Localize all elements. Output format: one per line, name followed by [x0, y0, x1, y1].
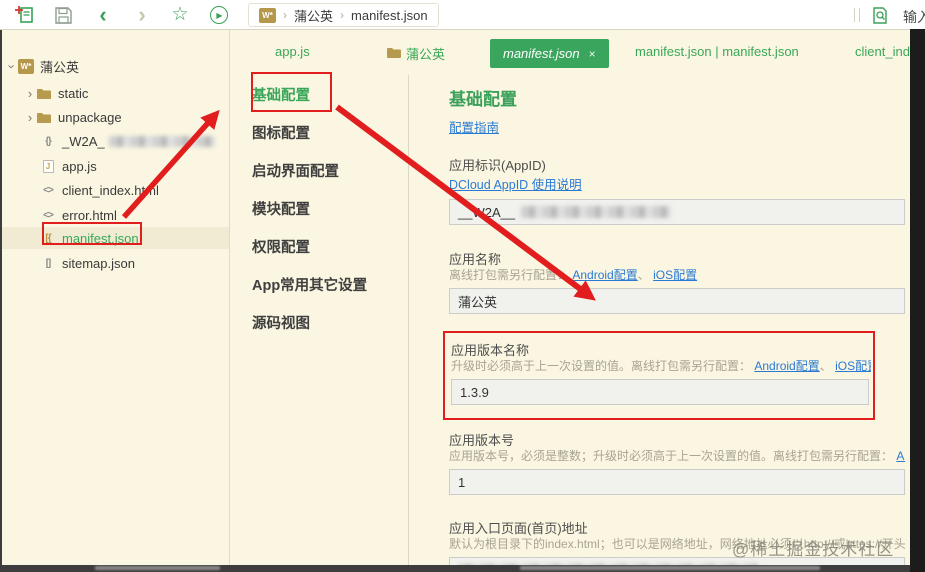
tab-manifest-active[interactable]: manifest.json ×: [490, 39, 609, 68]
forward-icon[interactable]: ›: [131, 4, 153, 26]
chevron-right-icon[interactable]: ›: [24, 110, 36, 125]
tree-item-error[interactable]: <> error.html: [2, 204, 229, 226]
field-version-code: 应用版本号 应用版本号，必须是整数；升级时必须高于上一次设置的值。离线打包需另行…: [449, 433, 908, 495]
breadcrumb-separator: ›: [283, 8, 287, 22]
back-icon[interactable]: ‹: [92, 4, 114, 26]
braces-icon: { }: [45, 135, 52, 147]
run-icon[interactable]: ▶: [208, 4, 230, 26]
file-tree: › W* 蒲公英 › static › unpackage { } _W2A_ …: [0, 30, 230, 565]
android-config-link[interactable]: Android配置: [754, 359, 819, 373]
json-file-icon: [{: [45, 232, 51, 244]
menu-item-basic-config[interactable]: 基础配置: [252, 84, 402, 104]
version-code-input[interactable]: 1: [449, 469, 905, 495]
tree-item-label[interactable]: manifest.json: [62, 231, 139, 246]
dcloud-appid-doc-link[interactable]: DCloud AppID 使用说明: [449, 178, 582, 192]
field-app-name: 应用名称 离线打包需另行配置： Android配置、 iOS配置 蒲公英: [449, 252, 908, 314]
appid-input[interactable]: __W2A__: [449, 199, 905, 225]
project-badge-icon: W*: [259, 7, 276, 23]
folder-icon: [36, 112, 52, 123]
hbuilderx-window: ‹ › ☆ ▶ W* › 蒲公英 › manifest.json 输入 › W*…: [0, 0, 925, 572]
folder-icon: [36, 88, 52, 99]
js-file-icon: J: [40, 159, 56, 173]
folder-icon: [387, 46, 401, 61]
android-config-link[interactable]: Android配置: [572, 268, 637, 282]
menu-item-app-other-settings[interactable]: App常用其它设置: [252, 274, 402, 294]
manifest-config-menu: 基础配置 图标配置 启动界面配置 模块配置 权限配置 App常用其它设置 源码视…: [252, 84, 402, 350]
editor-tabbar: app.js 蒲公英 manifest.json × manifest.json…: [230, 32, 910, 74]
android-config-link[interactable]: Android配置: [896, 449, 905, 463]
save-icon[interactable]: [52, 4, 74, 26]
tree-item-manifest[interactable]: [{ manifest.json: [2, 227, 229, 249]
config-guide-link[interactable]: 配置指南: [449, 121, 499, 135]
tree-item-label[interactable]: _W2A_: [62, 134, 105, 149]
tree-item-sitemap[interactable]: [ ] sitemap.json: [2, 252, 229, 274]
tree-project-root[interactable]: › W* 蒲公英: [2, 55, 229, 77]
tree-item-label[interactable]: sitemap.json: [62, 256, 135, 271]
tree-item-appjs[interactable]: J app.js: [2, 155, 229, 177]
page-title: 基础配置: [449, 90, 517, 109]
blurred-text: [108, 135, 215, 147]
tab-appjs[interactable]: app.js: [275, 44, 310, 59]
right-edge-band: [910, 29, 925, 572]
tree-project-label[interactable]: 蒲公英: [40, 57, 79, 76]
menu-item-permission-config[interactable]: 权限配置: [252, 236, 402, 256]
menu-item-icon-config[interactable]: 图标配置: [252, 122, 402, 142]
menu-item-module-config[interactable]: 模块配置: [252, 198, 402, 218]
version-name-input[interactable]: 1.3.9: [451, 379, 869, 405]
breadcrumb[interactable]: W* › 蒲公英 › manifest.json: [248, 3, 439, 27]
breadcrumb-separator: ›: [340, 8, 345, 22]
search-input[interactable]: 输入: [903, 7, 925, 27]
toolbar: ‹ › ☆ ▶ W* › 蒲公英 › manifest.json 输入: [0, 0, 925, 30]
search-file-icon[interactable]: [869, 4, 891, 26]
breadcrumb-project[interactable]: 蒲公英: [294, 6, 333, 25]
field-label: 应用版本名称: [451, 343, 530, 358]
tree-item-unpackage[interactable]: › unpackage: [2, 106, 229, 128]
project-badge-icon: W*: [18, 58, 34, 74]
menu-item-source-view[interactable]: 源码视图: [252, 312, 402, 332]
field-label: 应用名称: [449, 252, 502, 267]
ios-config-link[interactable]: iOS配置: [653, 268, 697, 282]
ios-config-link[interactable]: iOS配置: [835, 359, 871, 373]
field-appid: 应用标识(AppID) DCloud AppID 使用说明 __W2A__: [449, 158, 908, 225]
breadcrumb-file[interactable]: manifest.json: [351, 8, 428, 23]
watermark: @稀土掘金技术社区: [732, 540, 895, 559]
close-icon[interactable]: ×: [589, 47, 596, 61]
bottom-cutoff-strip: [0, 565, 925, 572]
chevron-down-icon[interactable]: ›: [5, 60, 20, 72]
app-name-input[interactable]: 蒲公英: [449, 288, 905, 314]
favorite-star-icon[interactable]: ☆: [169, 4, 191, 26]
new-file-icon[interactable]: [14, 4, 36, 26]
blurred-text: [521, 206, 672, 218]
tab-client-index[interactable]: client_index: [855, 44, 910, 59]
chevron-right-icon[interactable]: ›: [24, 86, 36, 101]
field-hint: 升级时必须高于上一次设置的值。离线打包需另行配置： Android配置、 iOS…: [451, 359, 871, 374]
tree-item-label[interactable]: client_index.html: [62, 183, 159, 198]
json-file-icon: [ ]: [45, 257, 51, 269]
basic-config-form: 基础配置 配置指南 应用标识(AppID) DCloud AppID 使用说明 …: [409, 75, 908, 565]
tree-item-label[interactable]: static: [58, 86, 88, 101]
field-label: 应用标识(AppID): [449, 158, 546, 173]
tab-manifest-split[interactable]: manifest.json | manifest.json: [635, 44, 799, 59]
html-file-icon: <>: [43, 209, 54, 221]
tree-item-w2a[interactable]: { } _W2A_: [2, 130, 229, 152]
field-hint: 离线打包需另行配置： Android配置、 iOS配置: [449, 268, 698, 282]
tab-pugongying[interactable]: 蒲公英: [387, 44, 445, 63]
field-label: 应用版本号: [449, 433, 515, 448]
tree-item-label[interactable]: unpackage: [58, 110, 122, 125]
tree-item-label[interactable]: app.js: [62, 159, 97, 174]
field-version-name-highlight: 应用版本名称 升级时必须高于上一次设置的值。离线打包需另行配置： Android…: [443, 331, 875, 420]
tree-item-label[interactable]: error.html: [62, 208, 117, 223]
toolbar-dividers: [854, 8, 860, 22]
html-file-icon: <>: [43, 184, 54, 196]
menu-item-splash-config[interactable]: 启动界面配置: [252, 160, 402, 180]
tree-item-static[interactable]: › static: [2, 82, 229, 104]
field-hint: 应用版本号，必须是整数；升级时必须高于上一次设置的值。离线打包需另行配置： An…: [449, 449, 905, 464]
tree-item-client-index[interactable]: <> client_index.html: [2, 179, 229, 201]
